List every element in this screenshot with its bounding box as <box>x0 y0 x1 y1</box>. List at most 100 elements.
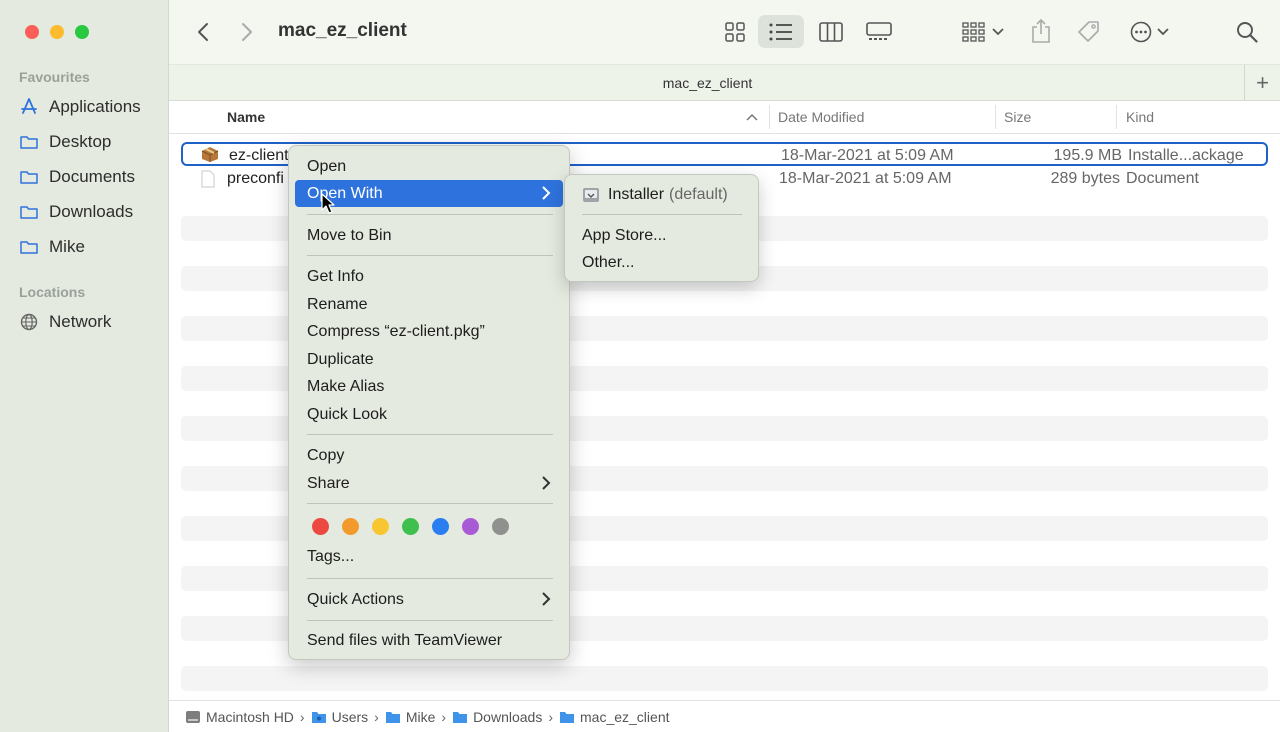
menu-item-tags[interactable]: Tags... <box>295 543 563 570</box>
column-date-modified[interactable]: Date Modified <box>778 109 864 125</box>
menu-item-label: Make Alias <box>307 377 385 395</box>
menu-separator <box>307 620 553 621</box>
tag-color-red[interactable] <box>312 518 329 535</box>
column-size[interactable]: Size <box>1004 109 1031 125</box>
zoom-window-button[interactable] <box>75 25 89 39</box>
chevron-right-icon: › <box>299 708 305 725</box>
column-separator[interactable] <box>1116 105 1117 129</box>
share-icon <box>1032 18 1050 43</box>
column-separator[interactable] <box>769 105 770 129</box>
document-icon <box>201 170 215 188</box>
submenu-item-other[interactable]: Other... <box>571 250 754 276</box>
menu-item-label: Share <box>307 474 350 492</box>
group-grid-icon <box>962 22 985 42</box>
menu-separator <box>307 255 553 256</box>
column-name[interactable]: Name <box>227 109 265 125</box>
menu-item-quick-actions[interactable]: Quick Actions <box>295 586 563 613</box>
tag-color-gray[interactable] <box>492 518 509 535</box>
folder-icon <box>20 171 38 184</box>
tag-color-orange[interactable] <box>342 518 359 535</box>
sidebar-item-desktop[interactable]: Desktop <box>19 129 111 155</box>
menu-item-quick-look[interactable]: Quick Look <box>295 401 563 428</box>
close-window-button[interactable] <box>25 25 39 39</box>
chevron-down-icon <box>992 28 1004 36</box>
folder-icon <box>453 711 468 723</box>
path-crumb-label: Downloads <box>473 708 543 725</box>
menu-item-label: Send files with TeamViewer <box>307 631 503 649</box>
folder-icon <box>311 711 326 723</box>
action-menu-button[interactable] <box>1126 17 1172 47</box>
sidebar-item-mike[interactable]: Mike <box>19 234 85 260</box>
path-crumb-downloads[interactable]: Downloads <box>452 709 542 725</box>
list-view-button[interactable] <box>758 15 804 48</box>
minimize-window-button[interactable] <box>50 25 64 39</box>
share-button[interactable] <box>1028 15 1054 47</box>
chevron-right-icon: › <box>374 708 379 725</box>
new-tab-button[interactable]: + <box>1244 65 1280 101</box>
favourites-heading: Favourites <box>19 69 90 85</box>
menu-item-rename[interactable]: Rename <box>295 291 563 318</box>
sort-ascending-icon <box>746 113 758 121</box>
menu-item-compress[interactable]: Compress “ez-client.pkg” <box>295 318 563 345</box>
icon-view-button[interactable] <box>718 17 752 47</box>
submenu-item-app-store[interactable]: App Store... <box>571 223 754 249</box>
column-kind[interactable]: Kind <box>1126 109 1154 125</box>
menu-item-label: Rename <box>307 295 368 313</box>
menu-item-duplicate[interactable]: Duplicate <box>295 346 563 373</box>
folder-icon <box>560 711 574 723</box>
sidebar: Favourites Applications Desktop Document… <box>0 0 169 732</box>
sidebar-item-label: Desktop <box>49 132 112 151</box>
back-button[interactable] <box>192 20 214 44</box>
menu-item-move-to-bin[interactable]: Move to Bin <box>295 222 563 249</box>
mouse-pointer-icon <box>321 193 335 214</box>
ellipsis-circle-icon <box>1130 21 1151 43</box>
column-separator[interactable] <box>995 105 996 129</box>
sidebar-item-downloads[interactable]: Downloads <box>19 199 133 225</box>
search-button[interactable] <box>1234 19 1260 45</box>
sidebar-item-applications[interactable]: Applications <box>19 94 141 120</box>
hard-drive-icon <box>186 710 200 723</box>
tag-color-green[interactable] <box>402 518 419 535</box>
tag-button[interactable] <box>1074 17 1104 47</box>
menu-item-copy[interactable]: Copy <box>295 442 563 469</box>
forward-button[interactable] <box>236 20 258 44</box>
tag-color-blue[interactable] <box>432 518 449 535</box>
sidebar-item-label: Documents <box>49 167 135 186</box>
submenu-item-label: App Store... <box>582 227 667 244</box>
package-icon <box>201 147 219 162</box>
chevron-right-icon <box>542 186 551 200</box>
sidebar-item-network[interactable]: Network <box>19 309 111 335</box>
locations-heading: Locations <box>19 284 86 300</box>
tag-color-yellow[interactable] <box>372 518 389 535</box>
column-view-button[interactable] <box>815 17 847 47</box>
chevron-right-icon <box>242 23 252 41</box>
path-crumb-macintosh-hd[interactable]: Macintosh HD <box>185 709 294 725</box>
path-crumb-mike[interactable]: Mike <box>385 709 435 725</box>
menu-item-open-with[interactable]: Open With <box>295 180 563 207</box>
path-crumb-mac-ez-client[interactable]: mac_ez_client <box>559 709 670 725</box>
chevron-right-icon: › <box>441 708 447 725</box>
menu-item-label: Duplicate <box>307 350 374 368</box>
sidebar-item-documents[interactable]: Documents <box>19 164 135 190</box>
chevron-right-icon <box>542 592 551 606</box>
menu-item-get-info[interactable]: Get Info <box>295 263 563 290</box>
menu-item-make-alias[interactable]: Make Alias <box>295 373 563 400</box>
tab-title[interactable]: mac_ez_client <box>169 75 1246 91</box>
finder-window: Favourites Applications Desktop Document… <box>0 0 1280 732</box>
tag-color-purple[interactable] <box>462 518 479 535</box>
gallery-view-button[interactable] <box>862 17 896 47</box>
group-by-button[interactable] <box>958 17 1008 47</box>
file-size: 195.9 MB <box>1053 147 1122 164</box>
submenu-item-installer[interactable]: Installer (default) <box>571 182 754 208</box>
gallery-icon <box>866 22 892 40</box>
menu-item-share[interactable]: Share <box>295 470 563 497</box>
sidebar-item-label: Network <box>49 312 112 331</box>
menu-item-open[interactable]: Open <box>295 153 563 180</box>
chevron-right-icon: › <box>548 708 553 725</box>
grid-icon <box>725 22 745 42</box>
tag-icon <box>1078 21 1099 42</box>
file-date: 18-Mar-2021 at 5:09 AM <box>779 170 952 187</box>
path-crumb-users[interactable]: Users <box>311 709 368 725</box>
menu-item-send-teamviewer[interactable]: Send files with TeamViewer <box>295 627 563 654</box>
chevron-right-icon <box>542 476 551 490</box>
